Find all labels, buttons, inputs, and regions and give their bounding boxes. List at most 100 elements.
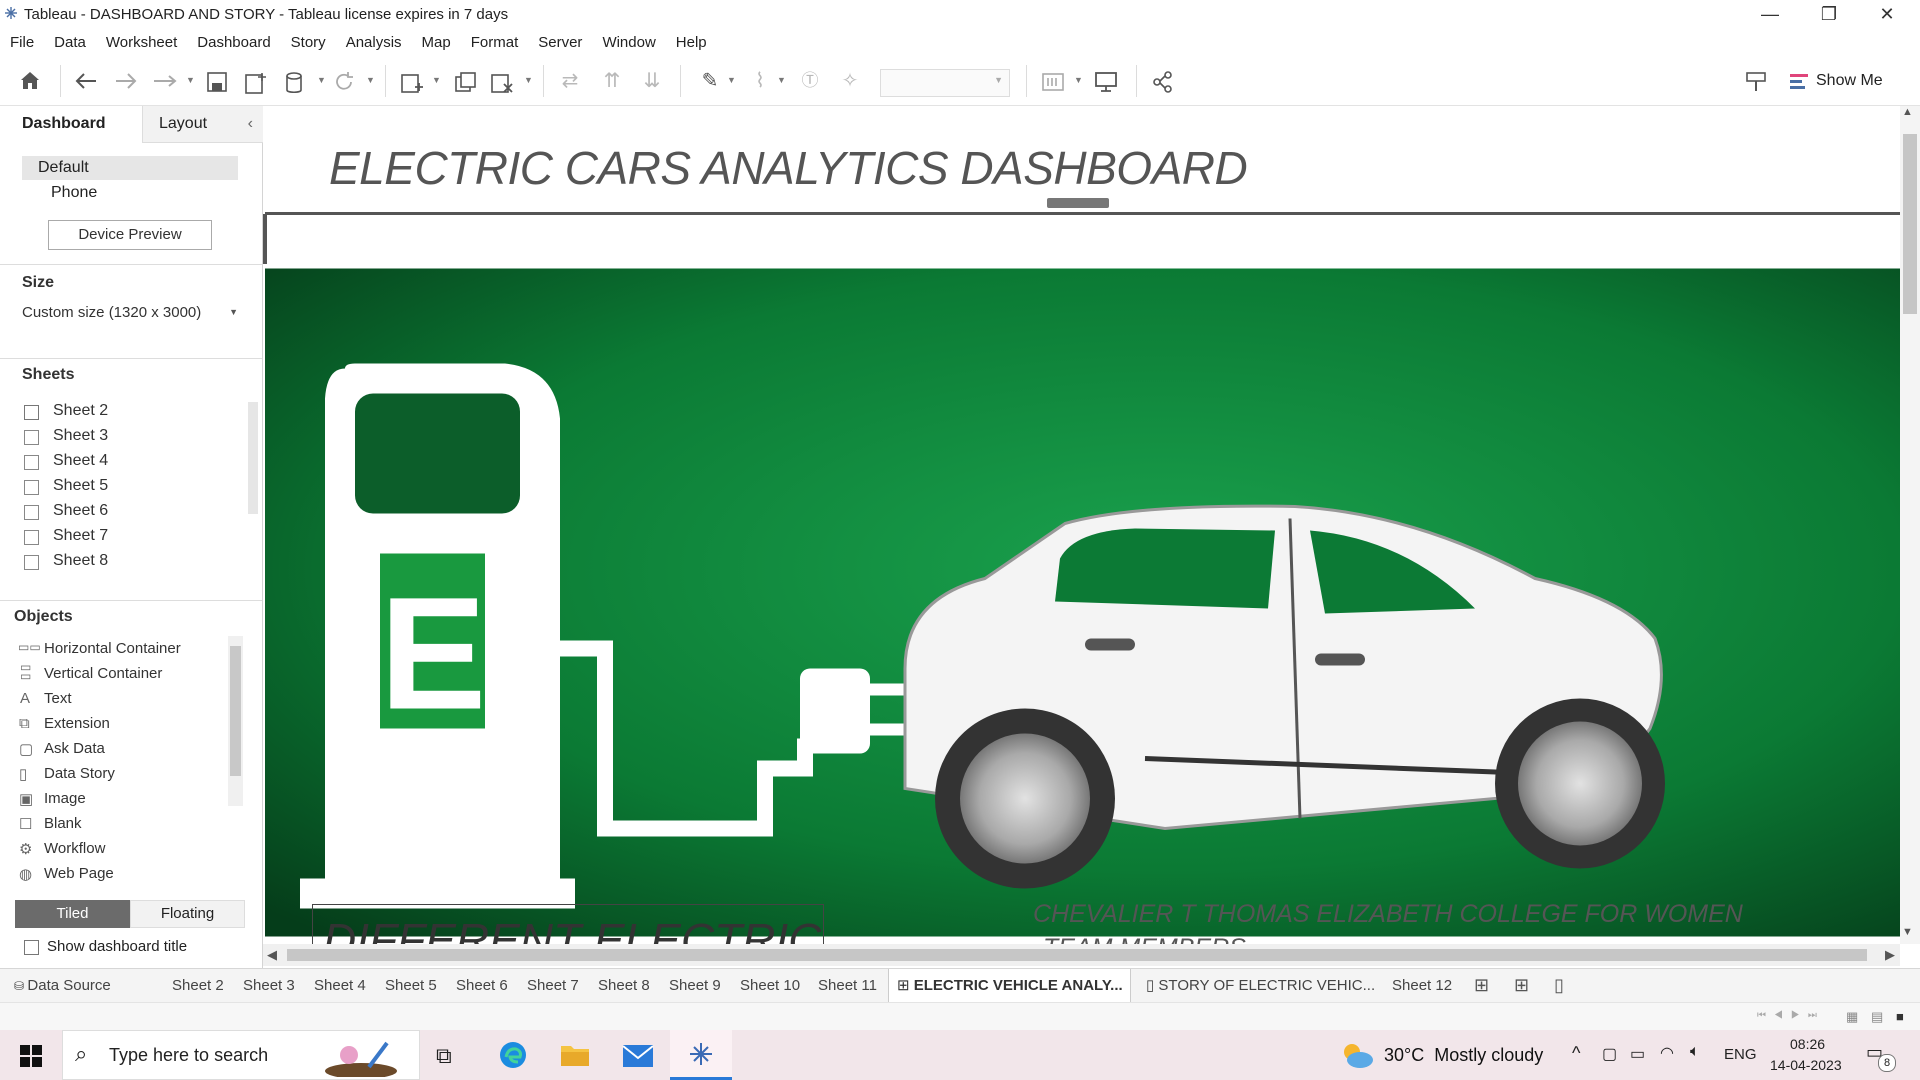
- new-dashboard-tab-icon[interactable]: ⊞: [1514, 975, 1529, 996]
- refresh-icon[interactable]: [333, 71, 355, 93]
- collapse-icon[interactable]: ‹: [248, 106, 253, 142]
- floating-toggle[interactable]: Floating: [130, 900, 245, 928]
- taskbar-search-box[interactable]: ⌕ Type here to search: [62, 1030, 420, 1080]
- menu-map[interactable]: Map: [412, 30, 461, 55]
- swap-icon[interactable]: ⇄: [556, 67, 584, 95]
- menu-dashboard[interactable]: Dashboard: [187, 30, 280, 55]
- volume-icon[interactable]: 🔈︎: [1690, 1043, 1700, 1061]
- new-datasource-icon[interactable]: [244, 71, 268, 95]
- language-indicator[interactable]: ENG: [1724, 1046, 1757, 1063]
- sheets-scrollbar[interactable]: [248, 402, 258, 514]
- drag-handle[interactable]: [1047, 198, 1109, 208]
- vertical-scrollbar[interactable]: ▲ ▼: [1900, 106, 1920, 944]
- tab-sheet-6[interactable]: Sheet 6: [448, 969, 516, 1003]
- menu-file[interactable]: File: [0, 30, 44, 55]
- paintbrush-icon[interactable]: [1744, 70, 1768, 94]
- show-cards-icon[interactable]: [1042, 72, 1070, 92]
- fix-axes-icon[interactable]: ✧: [836, 67, 864, 95]
- object-label: Image: [44, 790, 86, 807]
- dashboard-tab-icon: ⊞: [897, 977, 914, 994]
- clock-time[interactable]: 08:26: [1790, 1036, 1825, 1052]
- edge-browser-icon[interactable]: [498, 1040, 528, 1070]
- presentation-mode-icon[interactable]: [1094, 71, 1118, 93]
- device-phone[interactable]: Phone: [51, 184, 97, 202]
- clock-date[interactable]: 14-04-2023: [1770, 1057, 1842, 1073]
- new-worksheet-icon[interactable]: [400, 71, 424, 95]
- undo-icon[interactable]: [74, 71, 98, 91]
- battery-icon[interactable]: ▭: [1630, 1044, 1645, 1064]
- tab-dashboard-active[interactable]: ⊞ ELECTRIC VEHICLE ANALY...: [888, 969, 1131, 1003]
- chevron-up-icon[interactable]: ^: [1572, 1043, 1580, 1064]
- restore-button[interactable]: ❐: [1806, 0, 1852, 30]
- tab-layout[interactable]: Layout ‹: [142, 106, 263, 143]
- tab-sheet-9[interactable]: Sheet 9: [661, 969, 729, 1003]
- objects-scrollbar[interactable]: [228, 636, 243, 806]
- tab-sheet-8[interactable]: Sheet 8: [590, 969, 658, 1003]
- mail-icon[interactable]: [622, 1044, 654, 1068]
- scroll-left-icon[interactable]: ◀: [267, 947, 277, 963]
- horizontal-scroll-thumb[interactable]: [287, 949, 1867, 961]
- tab-sheet-2[interactable]: Sheet 2: [164, 969, 232, 1003]
- tab-dashboard[interactable]: Dashboard: [0, 106, 142, 144]
- device-preview-button[interactable]: Device Preview: [48, 220, 212, 250]
- tab-sheet-4[interactable]: Sheet 4: [306, 969, 374, 1003]
- replay-icon[interactable]: [152, 71, 180, 91]
- menu-format[interactable]: Format: [461, 30, 529, 55]
- weather-cloudy-icon[interactable]: [1340, 1040, 1374, 1070]
- wifi-icon[interactable]: ◠: [1660, 1043, 1674, 1063]
- menu-help[interactable]: Help: [666, 30, 717, 55]
- file-explorer-icon[interactable]: [560, 1042, 590, 1068]
- redo-icon[interactable]: [114, 71, 138, 91]
- filmstrip-view-icon[interactable]: ▤: [1871, 1009, 1883, 1025]
- tab-sheet-3[interactable]: Sheet 3: [235, 969, 303, 1003]
- grid-view-icon[interactable]: ▦: [1846, 1009, 1858, 1025]
- menu-window[interactable]: Window: [592, 30, 665, 55]
- fit-dropdown[interactable]: ▼: [880, 69, 1010, 97]
- show-title-checkbox[interactable]: [24, 940, 39, 955]
- tab-sheet-12[interactable]: Sheet 12: [1384, 969, 1460, 1003]
- scroll-right-icon[interactable]: ▶: [1885, 947, 1895, 963]
- scroll-up-icon[interactable]: ▲: [1902, 106, 1913, 118]
- scroll-down-icon[interactable]: ▼: [1902, 926, 1913, 938]
- device-default[interactable]: Default: [22, 156, 238, 180]
- tab-sheet-7[interactable]: Sheet 7: [519, 969, 587, 1003]
- group-members-icon[interactable]: ⌇: [746, 67, 774, 95]
- highlight-icon[interactable]: ✎: [696, 67, 724, 95]
- tab-story[interactable]: ▯ STORY OF ELECTRIC VEHIC...: [1138, 969, 1383, 1003]
- scroll-thumb[interactable]: [1903, 134, 1917, 314]
- close-button[interactable]: ✕: [1864, 0, 1910, 30]
- meet-now-icon[interactable]: ▢: [1602, 1044, 1617, 1064]
- tab-sheet-10[interactable]: Sheet 10: [732, 969, 808, 1003]
- windows-start-icon[interactable]: [20, 1045, 42, 1067]
- home-icon[interactable]: [18, 69, 42, 93]
- weather-text[interactable]: 30°C Mostly cloudy: [1384, 1045, 1543, 1066]
- sort-ascending-icon[interactable]: ⇈: [598, 67, 626, 95]
- tableau-taskbar-button[interactable]: [670, 1030, 732, 1080]
- tabs-view-icon[interactable]: ■: [1896, 1009, 1904, 1024]
- tab-sheet-5[interactable]: Sheet 5: [377, 969, 445, 1003]
- horizontal-scrollbar[interactable]: ◀ ▶: [263, 944, 1900, 966]
- share-icon[interactable]: [1152, 71, 1174, 93]
- menu-worksheet[interactable]: Worksheet: [96, 30, 187, 55]
- task-view-icon[interactable]: ⧉: [436, 1043, 452, 1069]
- menu-analysis[interactable]: Analysis: [336, 30, 412, 55]
- show-labels-icon[interactable]: Ⓣ: [796, 67, 824, 95]
- duplicate-sheet-icon[interactable]: [454, 71, 478, 95]
- new-worksheet-tab-icon[interactable]: ⊞: [1474, 975, 1489, 996]
- pause-updates-icon[interactable]: [284, 71, 306, 95]
- tiled-toggle[interactable]: Tiled: [15, 900, 130, 928]
- menu-story[interactable]: Story: [281, 30, 336, 55]
- menu-server[interactable]: Server: [528, 30, 592, 55]
- notifications-button[interactable]: ▭ 8: [1866, 1042, 1896, 1072]
- save-icon[interactable]: [206, 71, 228, 93]
- tab-data-source[interactable]: ⛁ Data Source: [6, 969, 119, 1003]
- menu-data[interactable]: Data: [44, 30, 96, 55]
- tab-sheet-11[interactable]: Sheet 11: [810, 969, 885, 1003]
- clear-sheet-icon[interactable]: [490, 71, 514, 95]
- new-story-tab-icon[interactable]: ▯: [1554, 975, 1564, 996]
- size-dropdown[interactable]: Custom size (1320 x 3000) ▼: [22, 304, 242, 321]
- sheet-label: Sheet 6: [53, 502, 109, 519]
- sort-descending-icon[interactable]: ⇊: [638, 67, 666, 95]
- minimize-button[interactable]: —: [1747, 0, 1793, 30]
- tab-navigation-arrows[interactable]: ⏮◀▶⏭: [1757, 1010, 1825, 1021]
